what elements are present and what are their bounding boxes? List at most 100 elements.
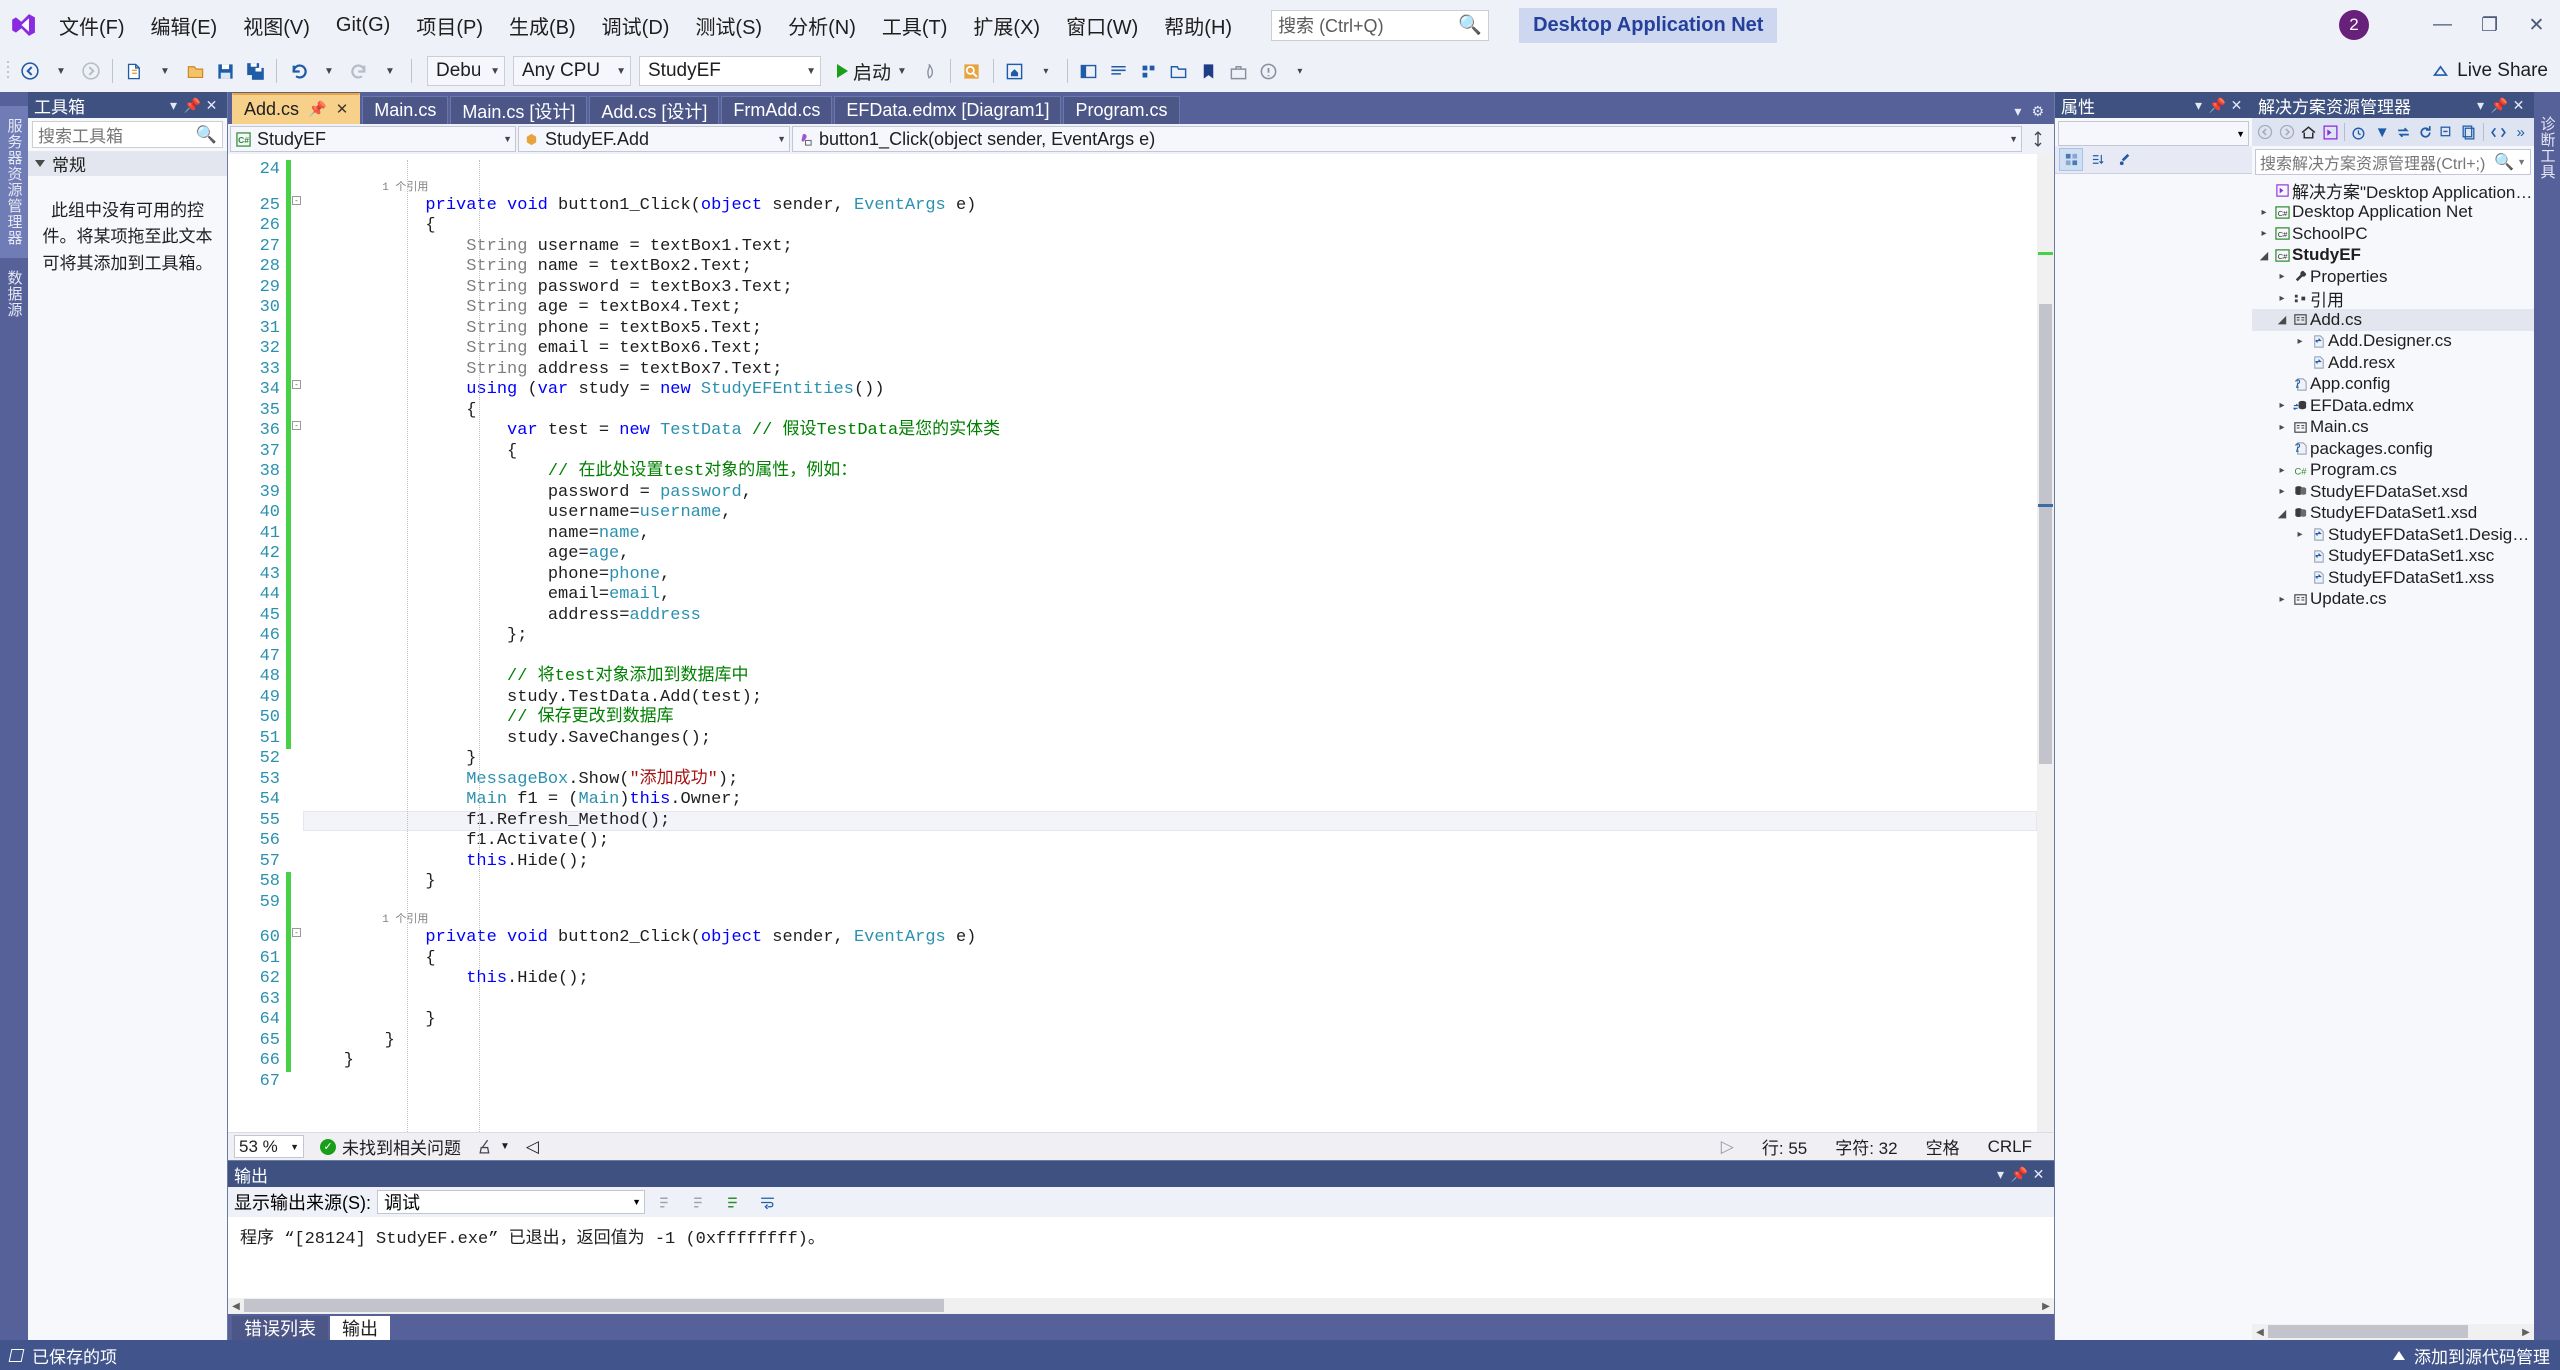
fold-toggle-icon[interactable]: - [292, 196, 301, 205]
navigate-backward-button[interactable] [16, 54, 44, 88]
vtab-server-explorer[interactable]: 服务器资源管理器 [0, 106, 30, 258]
code-line[interactable]: } [303, 872, 2037, 893]
menu-project[interactable]: 项目(P) [403, 0, 496, 50]
pending-changes-icon[interactable] [2349, 120, 2370, 144]
close-icon[interactable]: ✕ [336, 100, 349, 118]
bookmark-panel-icon[interactable] [1075, 54, 1103, 88]
output-source-dropdown[interactable]: 调试 ▼ [377, 1190, 645, 1214]
code-line[interactable]: address=address [303, 606, 2037, 627]
scrollbar-track[interactable] [244, 1298, 2038, 1314]
menu-file[interactable]: 文件(F) [46, 0, 138, 50]
close-button[interactable]: ✕ [2513, 0, 2560, 50]
solution-tree-item[interactable]: ▸Properties [2252, 266, 2534, 288]
chevron-down-icon[interactable]: ▾ [164, 97, 183, 114]
split-editor-icon[interactable] [2024, 122, 2052, 156]
hot-reload-icon[interactable] [915, 54, 943, 88]
minimize-button[interactable]: — [2419, 0, 2466, 50]
expander-collapsed-icon[interactable]: ▸ [2274, 594, 2290, 605]
tab-error-list[interactable]: 错误列表 [232, 1316, 328, 1340]
code-text-area[interactable]: 1 个引用 private void button1_Click(object … [303, 154, 2037, 1132]
sync-with-active-document-icon[interactable] [2394, 120, 2415, 144]
expander-collapsed-icon[interactable]: ▸ [2274, 271, 2290, 282]
tab-list-dropdown-icon[interactable]: ▾ [2014, 103, 2021, 120]
main-menu-bar[interactable]: 文件(F) 编辑(E) 视图(V) Git(G) 项目(P) 生成(B) 调试(… [46, 0, 1245, 50]
output-horizontal-scrollbar[interactable]: ◀ ▶ [228, 1298, 2054, 1314]
solution-tree-item[interactable]: ◢Add.cs [2252, 309, 2534, 331]
pin-icon[interactable]: 📌 [2208, 97, 2227, 114]
chevron-down-icon[interactable]: ▾ [2471, 97, 2490, 114]
tab-program-cs[interactable]: Program.cs [1063, 96, 1179, 124]
solution-tree-item[interactable]: ▸引用 [2252, 288, 2534, 310]
navigate-forward-button[interactable] [77, 54, 105, 88]
pin-icon[interactable]: 📌 [2490, 97, 2509, 114]
fold-toggle-icon[interactable]: - [292, 928, 301, 937]
refresh-icon[interactable] [2415, 120, 2436, 144]
undo-dropdown[interactable]: ▼ [315, 54, 343, 88]
fold-toggle-icon[interactable]: - [292, 421, 301, 430]
solution-tree[interactable]: 解决方案"Desktop Application Net"(3 个项目▸C#De… [2252, 178, 2534, 1324]
code-line[interactable]: MessageBox.Show("添加成功"); [303, 770, 2037, 791]
pin-icon[interactable]: 📌 [308, 100, 327, 118]
code-line[interactable]: name=name, [303, 524, 2037, 545]
navigate-backward-dropdown[interactable]: ▼ [47, 54, 75, 88]
solution-tree-item[interactable]: 解决方案"Desktop Application Net"(3 个项目 [2252, 180, 2534, 202]
navbar-class-dropdown[interactable]: StudyEF.Add ▼ [518, 126, 790, 152]
notification-badge[interactable]: 2 [2339, 10, 2369, 40]
tab-frmadd-cs[interactable]: FrmAdd.cs [721, 96, 832, 124]
code-line[interactable]: } [303, 1031, 2037, 1052]
bookmark-icon[interactable] [1195, 54, 1223, 88]
solution-tree-item[interactable]: ▸C#SchoolPC [2252, 223, 2534, 245]
solution-tree-item[interactable]: App.config [2252, 374, 2534, 396]
expander-collapsed-icon[interactable]: ▸ [2274, 465, 2290, 476]
menu-analyze[interactable]: 分析(N) [775, 0, 869, 50]
home-page-icon[interactable] [1001, 54, 1029, 88]
clear-all-icon[interactable] [719, 1185, 747, 1219]
toolbox-icon[interactable] [1225, 54, 1253, 88]
chevron-down-icon[interactable]: ▼ [2517, 157, 2526, 167]
categorized-view-icon[interactable] [2059, 148, 2083, 171]
code-line[interactable]: private void button1_Click(object sender… [303, 196, 2037, 217]
code-folding-column[interactable]: ---- [291, 154, 303, 1132]
code-line[interactable]: password = password, [303, 483, 2037, 504]
code-line[interactable]: String phone = textBox5.Text; [303, 319, 2037, 340]
code-line[interactable] [303, 160, 2037, 181]
solution-tree-item[interactable]: ▸C#Program.cs [2252, 460, 2534, 482]
code-line[interactable]: } [303, 749, 2037, 770]
solution-tree-item[interactable]: ▸EFData.edmx [2252, 395, 2534, 417]
solution-tree-item[interactable]: packages.config [2252, 438, 2534, 460]
save-all-icon[interactable] [241, 54, 269, 88]
new-project-icon[interactable] [120, 54, 148, 88]
expander-collapsed-icon[interactable]: ▸ [2274, 400, 2290, 411]
navbar-project-dropdown[interactable]: C# StudyEF ▼ [230, 126, 516, 152]
code-line[interactable]: { [303, 442, 2037, 463]
open-file-icon[interactable] [181, 54, 209, 88]
solution-view-icon[interactable] [2320, 120, 2341, 144]
close-icon[interactable]: ✕ [2029, 1166, 2048, 1183]
pin-icon[interactable]: 📌 [183, 97, 202, 114]
expander-collapsed-icon[interactable]: ▸ [2292, 529, 2308, 540]
solution-tree-item[interactable]: ▸C#Desktop Application Net [2252, 202, 2534, 224]
navigate-back-icon[interactable] [2255, 120, 2276, 144]
startup-project-dropdown[interactable]: StudyEF ▼ [639, 56, 821, 86]
solution-platform-dropdown[interactable]: Any CPU ▼ [513, 56, 631, 86]
code-line-current[interactable]: f1.Refresh_Method(); [303, 811, 2037, 832]
chevron-down-icon[interactable]: ▾ [2189, 97, 2208, 114]
code-line[interactable] [303, 1072, 2037, 1093]
code-line[interactable]: email=email, [303, 585, 2037, 606]
toolbox-search-input[interactable]: 搜索工具箱 🔍 [32, 121, 223, 148]
code-line[interactable]: private void button2_Click(object sender… [303, 928, 2037, 949]
menu-git[interactable]: Git(G) [323, 0, 403, 50]
gear-icon[interactable]: ⚙ [2031, 103, 2044, 120]
menu-view[interactable]: 视图(V) [230, 0, 323, 50]
solution-tree-item[interactable]: ▸Update.cs [2252, 589, 2534, 611]
solution-explorer-overflow[interactable]: » [2510, 120, 2531, 144]
menu-edit[interactable]: 编辑(E) [138, 0, 231, 50]
code-lens-reference[interactable]: 1 个引用 [303, 913, 2037, 928]
status-right-text[interactable]: 添加到源代码管理 [2414, 1343, 2550, 1368]
menu-extensions[interactable]: 扩展(X) [960, 0, 1053, 50]
code-line[interactable] [303, 990, 2037, 1011]
code-line[interactable]: // 在此处设置test对象的属性，例如： [303, 462, 2037, 483]
editor-vertical-scrollbar[interactable] [2037, 154, 2054, 1132]
navigate-forward-icon[interactable] [2277, 120, 2298, 144]
code-line[interactable]: f1.Activate(); [303, 831, 2037, 852]
